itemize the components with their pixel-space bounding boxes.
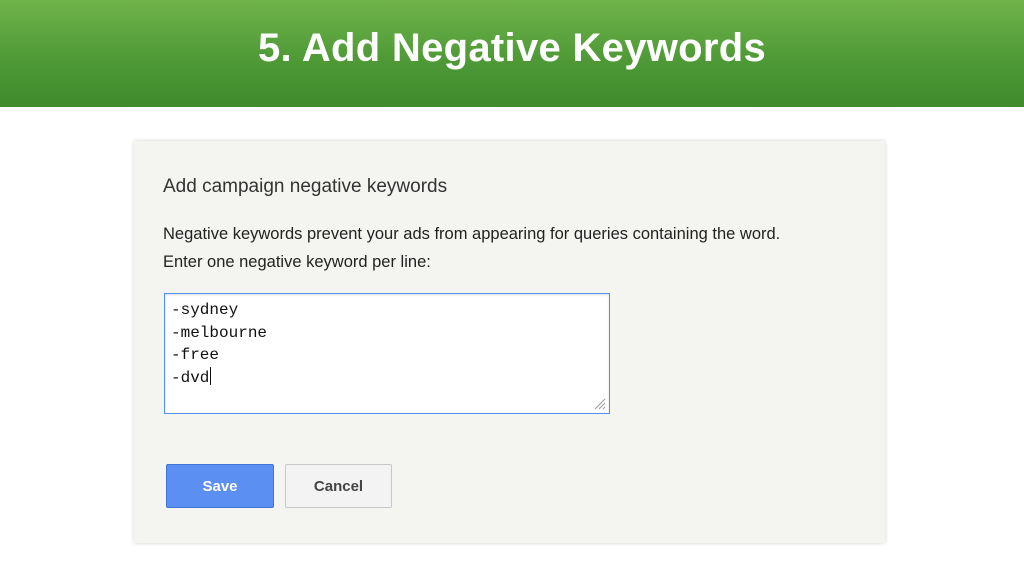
save-button[interactable]: Save <box>166 464 274 508</box>
keyword-line-text: -dvd <box>171 368 210 387</box>
resize-grip-icon[interactable] <box>592 396 606 410</box>
keyword-line: -free <box>171 346 220 364</box>
dialog-heading: Add campaign negative keywords <box>163 176 448 197</box>
text-caret <box>210 366 212 385</box>
negative-keywords-dialog: Add campaign negative keywords Negative … <box>134 141 885 543</box>
cancel-button[interactable]: Cancel <box>285 464 392 508</box>
description-line-1: Negative keywords prevent your ads from … <box>163 225 781 243</box>
keyword-line-last: -dvd <box>171 366 267 390</box>
slide-banner: 5. Add Negative Keywords <box>0 0 1024 107</box>
negative-keywords-textarea[interactable]: -sydney -melbourne -free -dvd <box>164 293 610 414</box>
slide-title: 5. Add Negative Keywords <box>257 26 767 70</box>
keyword-line: -sydney <box>171 301 239 319</box>
keyword-line: -melbourne <box>171 323 268 342</box>
dialog-description: Negative keywords prevent your ads from … <box>163 220 883 276</box>
description-line-2: Enter one negative keyword per line: <box>163 253 431 271</box>
keyword-lines: -sydney -melbourne -free -dvd <box>171 299 267 389</box>
